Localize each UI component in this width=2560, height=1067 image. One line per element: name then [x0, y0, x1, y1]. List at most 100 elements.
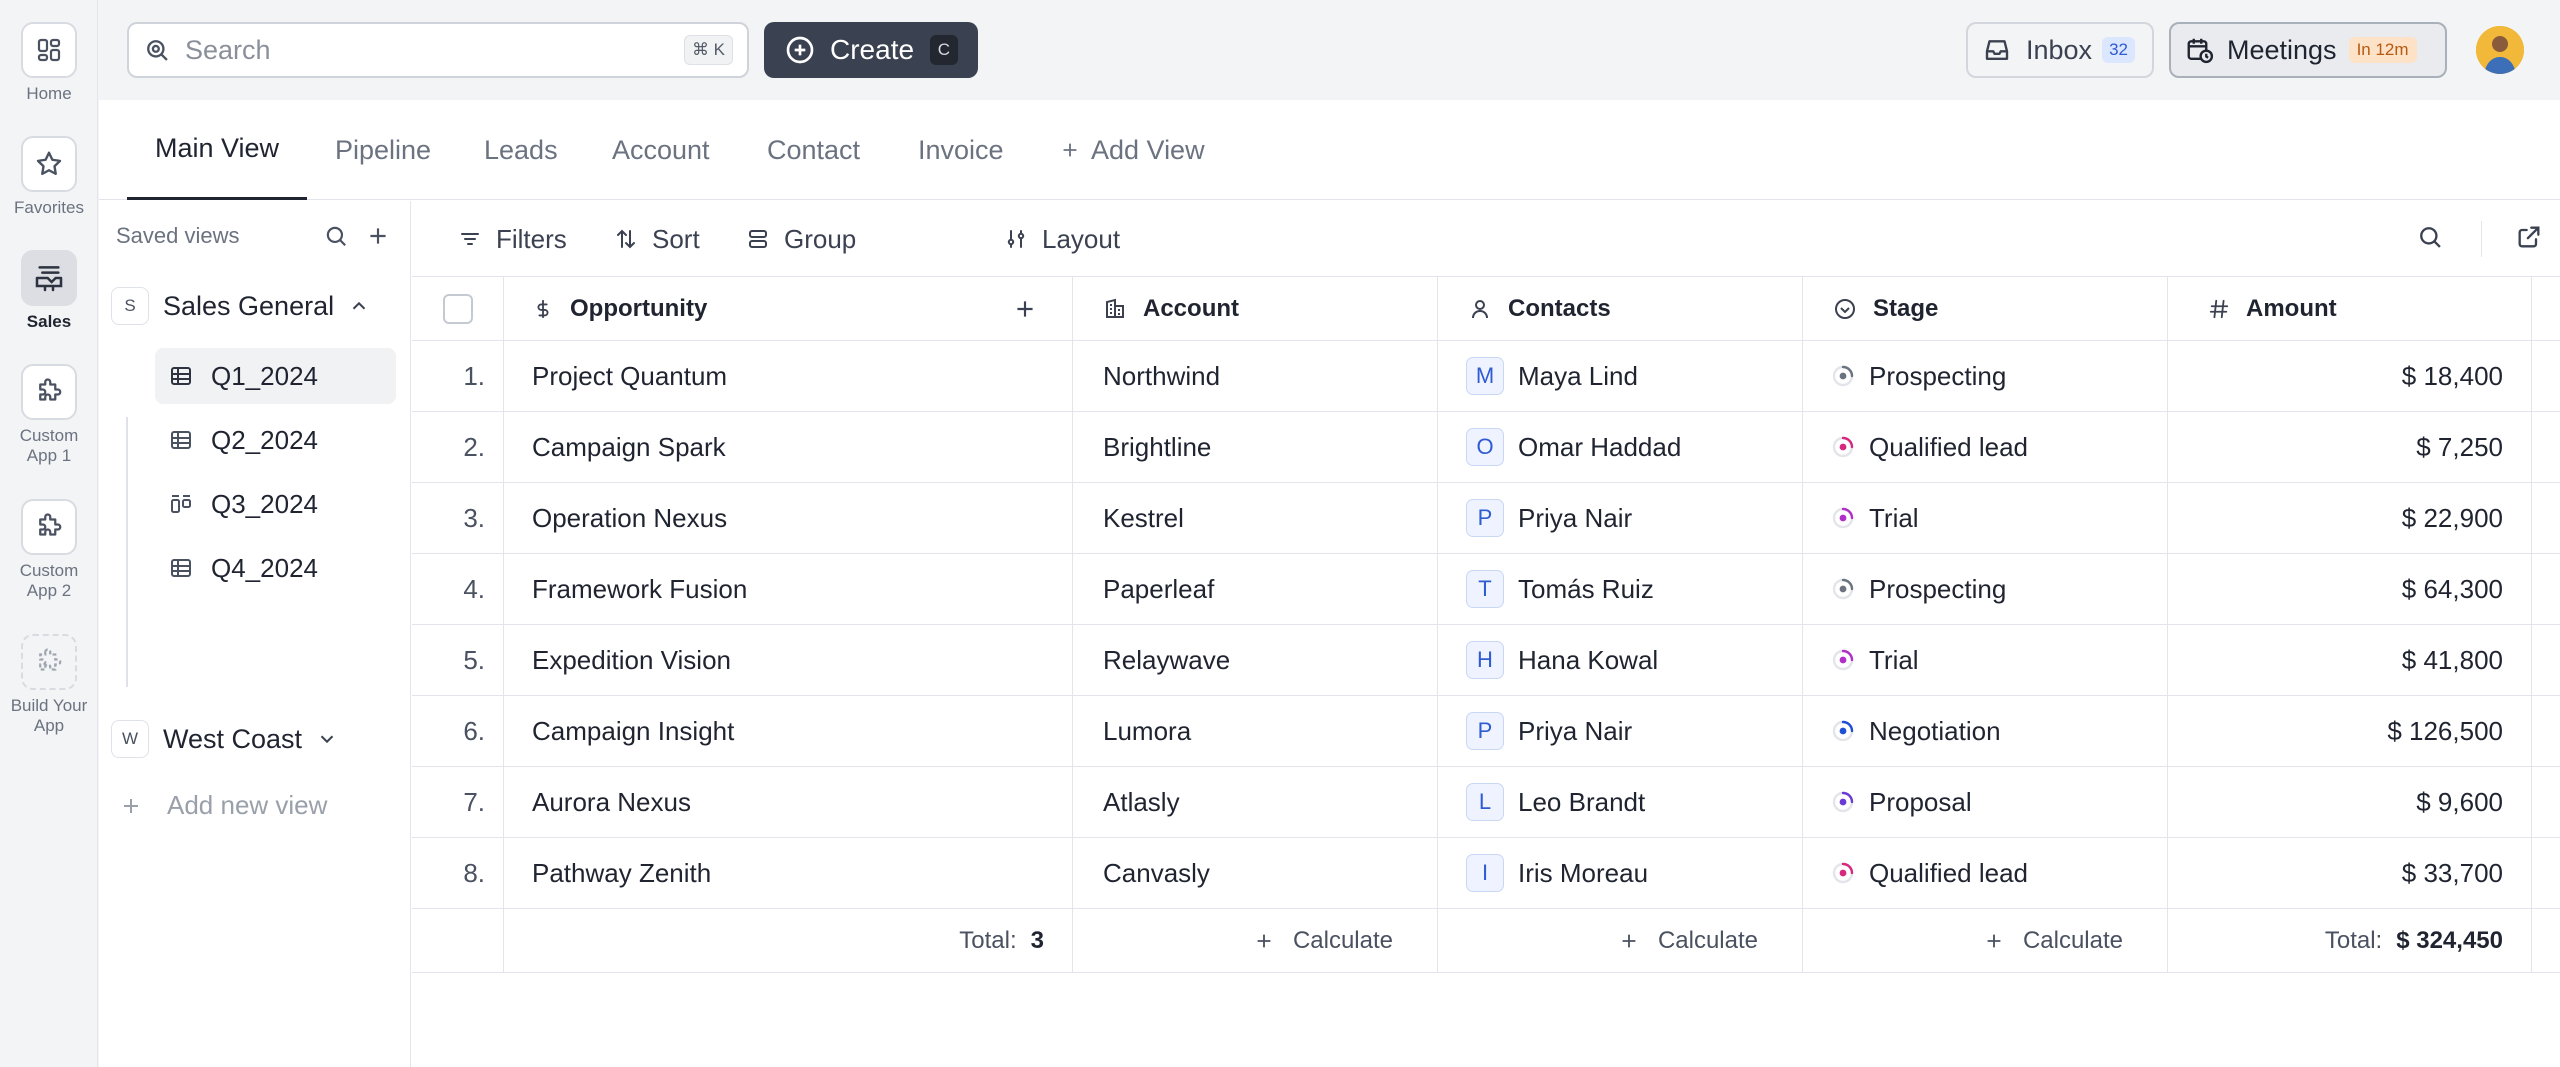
- saved-view-q3-2024[interactable]: Q3_2024: [155, 476, 396, 532]
- column-header-account[interactable]: Account: [1073, 277, 1438, 340]
- contact-cell[interactable]: L Leo Brandt: [1438, 767, 1803, 837]
- amount-cell[interactable]: $ 22,900: [2168, 483, 2532, 553]
- saved-group-sales-general[interactable]: S Sales General: [111, 287, 370, 325]
- search-icon[interactable]: [2416, 223, 2444, 251]
- opportunity-cell[interactable]: Campaign Spark: [504, 412, 1073, 482]
- contact-cell[interactable]: O Omar Haddad: [1438, 412, 1803, 482]
- contact-name: Hana Kowal: [1518, 644, 1659, 675]
- account-cell[interactable]: Relaywave: [1073, 625, 1438, 695]
- add-new-view-button[interactable]: Add new view: [119, 790, 327, 821]
- meetings-button[interactable]: Meetings In 12m: [2169, 22, 2447, 78]
- account-cell[interactable]: Kestrel: [1073, 483, 1438, 553]
- account-cell[interactable]: Atlasly: [1073, 767, 1438, 837]
- row-number-text: 4.: [463, 573, 485, 604]
- table-row[interactable]: 5. Expedition Vision Relaywave H Hana Kowal T…: [412, 625, 2560, 696]
- opportunity-cell[interactable]: Operation Nexus: [504, 483, 1073, 553]
- opportunity-cell[interactable]: Project Quantum: [504, 341, 1073, 411]
- stage-cell[interactable]: Trial: [1803, 483, 2168, 553]
- saved-view-q1-2024[interactable]: Q1_2024: [155, 348, 396, 404]
- account-cell[interactable]: Northwind: [1073, 341, 1438, 411]
- tab-main-view[interactable]: Main View: [127, 100, 308, 200]
- column-header-stage[interactable]: Stage: [1803, 277, 2168, 340]
- share-icon[interactable]: [2515, 223, 2543, 251]
- account-calculate-button[interactable]: Calculate: [1073, 909, 1438, 972]
- table-row[interactable]: 4. Framework Fusion Paperleaf T Tomás Ruiz Pr…: [412, 554, 2560, 625]
- opportunity-cell[interactable]: Framework Fusion: [504, 554, 1073, 624]
- column-header-amount[interactable]: Amount: [2168, 277, 2532, 340]
- table-row[interactable]: 7. Aurora Nexus Atlasly L Leo Brandt Proposal…: [412, 767, 2560, 838]
- avatar[interactable]: [2476, 26, 2524, 74]
- opportunity-cell[interactable]: Expedition Vision: [504, 625, 1073, 695]
- layout-button[interactable]: Layout: [1004, 201, 1120, 277]
- amount-cell[interactable]: $ 33,700: [2168, 838, 2532, 908]
- stage-cell[interactable]: Qualified lead: [1803, 412, 2168, 482]
- contact-cell[interactable]: I Iris Moreau: [1438, 838, 1803, 908]
- contact-cell[interactable]: P Priya Nair: [1438, 483, 1803, 553]
- contact-cell[interactable]: T Tomás Ruiz: [1438, 554, 1803, 624]
- search-icon[interactable]: [323, 223, 349, 249]
- rail-item-custom-app-2[interactable]: Custom App 2: [0, 499, 98, 601]
- create-button[interactable]: Create C: [764, 22, 978, 78]
- stage-calculate-button[interactable]: Calculate: [1803, 909, 2168, 972]
- table-row[interactable]: 2. Campaign Spark Brightline O Omar Haddad Qu…: [412, 412, 2560, 483]
- amount-cell[interactable]: $ 126,500: [2168, 696, 2532, 766]
- stage-cell[interactable]: Prospecting: [1803, 554, 2168, 624]
- account-cell[interactable]: Paperleaf: [1073, 554, 1438, 624]
- stage-cell[interactable]: Proposal: [1803, 767, 2168, 837]
- amount-cell[interactable]: $ 9,600: [2168, 767, 2532, 837]
- contact-cell[interactable]: P Priya Nair: [1438, 696, 1803, 766]
- rail-item-build-your-app[interactable]: Build Your App: [0, 634, 98, 736]
- table-row[interactable]: 8. Pathway Zenith Canvasly I Iris Moreau Qual…: [412, 838, 2560, 909]
- tab-leads[interactable]: Leads: [484, 100, 558, 200]
- account-cell[interactable]: Brightline: [1073, 412, 1438, 482]
- rail-item-custom-app-1[interactable]: Custom App 1: [0, 364, 98, 466]
- inbox-button[interactable]: Inbox 32: [1966, 22, 2154, 78]
- view-tabs: Main View Pipeline Leads Account Contact…: [99, 100, 2560, 200]
- amount-cell[interactable]: $ 64,300: [2168, 554, 2532, 624]
- amount-value: $ 64,300: [2401, 573, 2503, 604]
- table-row[interactable]: 3. Operation Nexus Kestrel P Priya Nair Trial…: [412, 483, 2560, 554]
- add-view-button[interactable]: Add View: [1059, 100, 1205, 200]
- stage-cell[interactable]: Negotiation: [1803, 696, 2168, 766]
- amount-cell[interactable]: $ 41,800: [2168, 625, 2532, 695]
- opportunity-cell[interactable]: Aurora Nexus: [504, 767, 1073, 837]
- column-header-opportunity[interactable]: Opportunity: [504, 277, 1073, 340]
- add-column-icon[interactable]: [1012, 296, 1038, 322]
- tab-invoice[interactable]: Invoice: [918, 100, 1004, 200]
- filters-button[interactable]: Filters: [458, 201, 567, 277]
- saved-view-q2-2024[interactable]: Q2_2024: [155, 412, 396, 468]
- tab-pipeline[interactable]: Pipeline: [335, 100, 431, 200]
- table-row[interactable]: 6. Campaign Insight Lumora P Priya Nair Negot…: [412, 696, 2560, 767]
- account-cell[interactable]: Lumora: [1073, 696, 1438, 766]
- column-header-contacts[interactable]: Contacts: [1438, 277, 1803, 340]
- table-row[interactable]: 1. Project Quantum Northwind M Maya Lind Pros…: [412, 341, 2560, 412]
- amount-value: $ 126,500: [2387, 715, 2503, 746]
- plus-icon: [119, 794, 143, 818]
- tab-account[interactable]: Account: [612, 100, 710, 200]
- contacts-calculate-button[interactable]: Calculate: [1438, 909, 1803, 972]
- account-cell[interactable]: Canvasly: [1073, 838, 1438, 908]
- contact-cell[interactable]: H Hana Kowal: [1438, 625, 1803, 695]
- saved-view-q4-2024[interactable]: Q4_2024: [155, 540, 396, 596]
- sort-button[interactable]: Sort: [614, 201, 700, 277]
- stage-cell[interactable]: Qualified lead: [1803, 838, 2168, 908]
- tab-contact[interactable]: Contact: [767, 100, 860, 200]
- opportunity-cell[interactable]: Campaign Insight: [504, 696, 1073, 766]
- amount-cell[interactable]: $ 7,250: [2168, 412, 2532, 482]
- amount-cell[interactable]: $ 18,400: [2168, 341, 2532, 411]
- stage-cell[interactable]: Trial: [1803, 625, 2168, 695]
- rail-item-sales[interactable]: Sales: [0, 250, 98, 332]
- saved-group-west-coast[interactable]: W West Coast: [111, 720, 338, 758]
- group-button[interactable]: Group: [746, 201, 856, 277]
- select-all-checkbox[interactable]: [442, 293, 473, 324]
- opportunity-cell[interactable]: Pathway Zenith: [504, 838, 1073, 908]
- plus-icon: [1618, 930, 1640, 952]
- opportunity-total[interactable]: Total: 3: [504, 909, 1073, 972]
- plus-icon[interactable]: [365, 223, 391, 249]
- rail-item-home[interactable]: Home: [0, 22, 98, 104]
- contact-cell[interactable]: M Maya Lind: [1438, 341, 1803, 411]
- rail-item-favorites[interactable]: Favorites: [0, 136, 98, 218]
- stage-cell[interactable]: Prospecting: [1803, 341, 2168, 411]
- amount-total[interactable]: Total: $ 324,450: [2168, 909, 2532, 972]
- search-input[interactable]: Search ⌘ K: [127, 22, 749, 78]
